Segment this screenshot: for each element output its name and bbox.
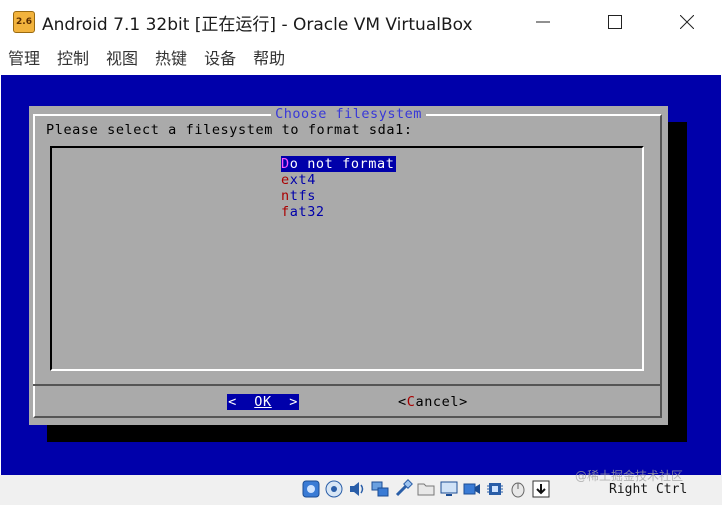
menu-control[interactable]: 控制 [57,44,89,74]
dialog-prompt: Please select a filesystem to format sda… [46,122,413,138]
option-ntfs[interactable]: ntfs [281,188,396,204]
host-key-icon[interactable] [531,479,551,499]
virtualbox-app-icon[interactable]: 2.6 [13,11,35,33]
title-bar[interactable]: 2.6 Android 7.1 32bit [正在运行] - Oracle VM… [0,0,722,44]
option-ext4[interactable]: ext4 [281,172,396,188]
ok-button[interactable]: < OK > [227,394,299,410]
window-title: Android 7.1 32bit [正在运行] - Oracle VM Vir… [42,15,473,35]
mouse-integration-icon[interactable] [508,479,528,499]
optical-drive-icon[interactable] [324,479,344,499]
option-label: at32 [289,204,325,220]
network-icon[interactable] [370,479,390,499]
audio-icon[interactable] [347,479,367,499]
button-separator [33,384,662,386]
host-key-label: Right Ctrl [609,482,688,497]
maximize-icon [608,15,622,29]
menu-devices[interactable]: 设备 [204,44,236,74]
minimize-icon [536,21,550,23]
menu-help[interactable]: 帮助 [253,44,285,74]
menu-manage[interactable]: 管理 [8,44,40,74]
option-fat32[interactable]: fat32 [281,204,396,220]
shared-folder-icon[interactable] [416,479,436,499]
hard-disk-icon[interactable] [301,479,321,499]
video-capture-icon[interactable] [462,479,482,499]
menu-bar: 管理 控制 视图 热键 设备 帮助 [0,44,722,74]
menu-hotkeys[interactable]: 热键 [155,44,187,74]
menu-view[interactable]: 视图 [106,44,138,74]
option-label: o not format [289,156,395,172]
filesystem-list[interactable]: Do not format ext4 ntfs fat32 [50,146,644,371]
maximize-button[interactable] [592,4,638,40]
option-hotkey: n [281,188,290,204]
watermark: @稀土掘金技术社区 [575,469,684,483]
option-do-not-format[interactable]: Do not format [281,156,397,172]
option-hotkey: D [281,156,290,172]
option-label: xt4 [289,172,316,188]
minimize-button[interactable] [520,4,566,40]
display-icon[interactable] [439,479,459,499]
option-hotkey: f [281,204,290,220]
usb-icon[interactable] [393,479,413,499]
filesystem-dialog: Choose filesystem Please select a filesy… [29,106,668,425]
vm-display[interactable]: Choose filesystem Please select a filesy… [1,75,721,475]
close-icon [680,15,694,29]
option-label: tfs [289,188,316,204]
cpu-icon[interactable] [485,479,505,499]
option-hotkey: e [281,172,290,188]
cancel-button[interactable]: <Cancel> [398,394,468,410]
close-button[interactable] [664,4,710,40]
dialog-title: Choose filesystem [271,106,426,122]
